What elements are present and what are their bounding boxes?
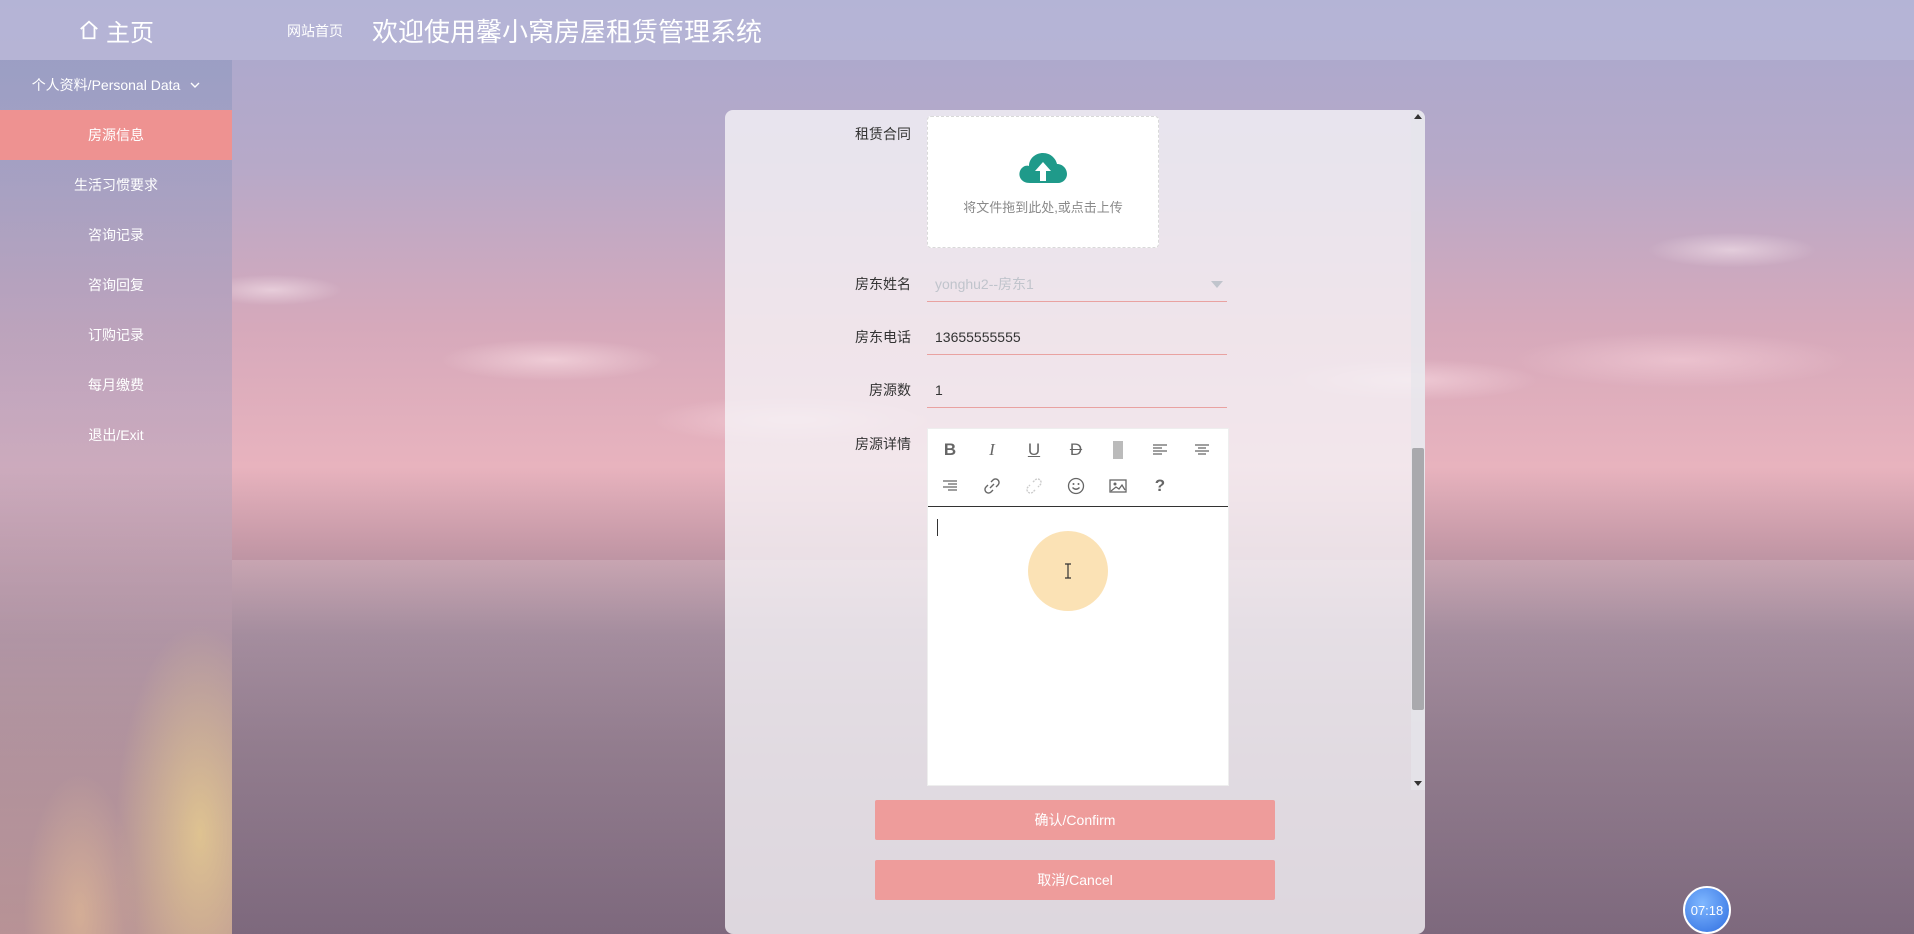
sidebar-group-personal-data[interactable]: 个人资料/Personal Data [0, 60, 232, 110]
rich-text-editor: B I U D ? [927, 428, 1229, 786]
text-cursor-icon [1065, 563, 1071, 579]
floating-clock-widget[interactable]: 07:18 [1683, 886, 1731, 934]
mouse-cursor-highlight [1028, 531, 1108, 611]
vertical-scrollbar[interactable] [1411, 110, 1425, 790]
sidebar-item-label: 咨询回复 [88, 277, 144, 293]
scroll-up-arrow-icon[interactable] [1414, 114, 1422, 119]
align-center-icon[interactable] [1188, 436, 1216, 464]
home-link[interactable]: 主页 [0, 0, 232, 60]
details-label: 房源详情 [855, 436, 911, 452]
sidebar-decoration [0, 534, 232, 934]
italic-icon[interactable]: I [978, 436, 1006, 464]
sidebar-group-label: 个人资料/Personal Data [31, 77, 181, 93]
cancel-button[interactable]: 取消/Cancel [875, 860, 1275, 900]
sidebar-item-house-info[interactable]: 房源信息 [0, 110, 232, 160]
page-title: 欢迎使用馨小窝房屋租赁管理系统 [372, 17, 763, 47]
sidebar-item-label: 生活习惯要求 [74, 177, 158, 193]
sidebar-item-monthly-payment[interactable]: 每月缴费 [0, 360, 232, 410]
background-color-icon[interactable] [1104, 436, 1132, 464]
scroll-down-arrow-icon[interactable] [1414, 781, 1422, 786]
house-count-input[interactable]: 1 [927, 372, 1227, 408]
landlord-name-select[interactable]: yonghu2--房东1 [927, 266, 1227, 302]
sidebar-item-consult-replies[interactable]: 咨询回复 [0, 260, 232, 310]
sidebar-item-label: 咨询记录 [88, 227, 144, 243]
unlink-icon[interactable] [1020, 472, 1048, 500]
home-label: 主页 [106, 19, 154, 47]
strikethrough-icon[interactable]: D [1062, 436, 1090, 464]
editor-content-area[interactable] [928, 509, 1228, 785]
text-caret [937, 519, 938, 536]
image-icon[interactable] [1104, 472, 1132, 500]
chevron-down-icon [190, 82, 200, 88]
form-scroll-area[interactable]: 租赁合同 将文件拖到此处,或点击上传 房东姓名 yonghu2--房东1 房东电… [725, 110, 1425, 790]
link-icon[interactable] [978, 472, 1006, 500]
sidebar-item-label: 每月缴费 [88, 377, 144, 393]
align-left-icon[interactable] [1146, 436, 1174, 464]
sidebar-item-consult-records[interactable]: 咨询记录 [0, 210, 232, 260]
cloud-upload-icon [1019, 152, 1067, 183]
sidebar-item-living-habits[interactable]: 生活习惯要求 [0, 160, 232, 210]
sidebar-item-label: 退出/Exit [88, 427, 144, 443]
contract-upload-dropzone[interactable]: 将文件拖到此处,或点击上传 [927, 116, 1159, 248]
home-icon [80, 20, 98, 40]
underline-icon[interactable]: U [1020, 436, 1048, 464]
bold-icon[interactable]: B [936, 436, 964, 464]
help-icon[interactable]: ? [1146, 472, 1174, 500]
sidebar-item-label: 订购记录 [88, 327, 144, 343]
top-header: 主页 网站首页 欢迎使用馨小窝房屋租赁管理系统 [0, 0, 1914, 60]
scroll-thumb[interactable] [1412, 448, 1424, 710]
align-right-icon[interactable] [936, 472, 964, 500]
contract-label: 租赁合同 [855, 126, 911, 142]
confirm-button[interactable]: 确认/Confirm [875, 800, 1275, 840]
sidebar-item-order-records[interactable]: 订购记录 [0, 310, 232, 360]
landlord-phone-value: 13655555555 [935, 328, 1021, 345]
landlord-phone-label: 房东电话 [855, 329, 911, 345]
caret-down-icon [1211, 281, 1223, 288]
editor-toolbar: B I U D ? [928, 429, 1228, 507]
emoji-icon[interactable] [1062, 472, 1090, 500]
house-count-label: 房源数 [869, 382, 911, 398]
landlord-phone-input[interactable]: 13655555555 [927, 319, 1227, 355]
house-count-value: 1 [935, 381, 943, 398]
upload-hint: 将文件拖到此处,或点击上传 [963, 199, 1123, 215]
sidebar-item-label: 房源信息 [88, 127, 144, 143]
form-panel: 租赁合同 将文件拖到此处,或点击上传 房东姓名 yonghu2--房东1 房东电… [725, 110, 1425, 934]
landlord-name-value: yonghu2--房东1 [935, 275, 1034, 292]
site-home-link[interactable]: 网站首页 [287, 21, 343, 41]
landlord-name-label: 房东姓名 [855, 276, 911, 292]
sidebar-item-exit[interactable]: 退出/Exit [0, 410, 232, 460]
